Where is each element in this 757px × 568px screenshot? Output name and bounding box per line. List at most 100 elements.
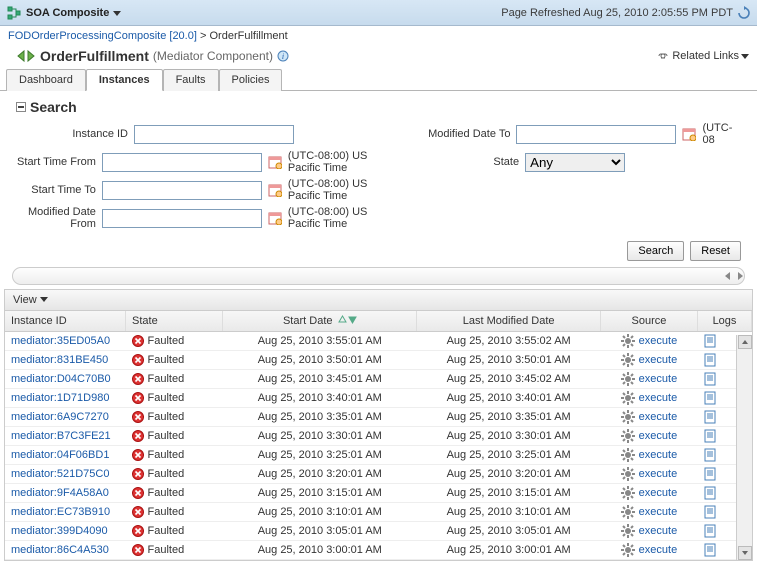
scroll-left-icon[interactable] bbox=[722, 270, 734, 282]
instance-link[interactable]: mediator:EC73B910 bbox=[11, 506, 110, 518]
table-row: mediator:831BE450FaultedAug 25, 2010 3:5… bbox=[5, 351, 752, 370]
tz-start-to: (UTC-08:00) US Pacific Time bbox=[288, 178, 389, 202]
topbar-title[interactable]: SOA Composite bbox=[26, 7, 109, 19]
instance-link[interactable]: mediator:831BE450 bbox=[11, 354, 108, 366]
page-refreshed: Page Refreshed Aug 25, 2010 2:05:55 PM P… bbox=[501, 6, 751, 20]
calendar-icon[interactable] bbox=[268, 155, 282, 169]
modified-date-cell: Aug 25, 2010 3:00:01 AM bbox=[417, 541, 600, 560]
hscroll-strip[interactable] bbox=[12, 267, 745, 285]
instance-link[interactable]: mediator:6A9C7270 bbox=[11, 411, 109, 423]
gear-icon bbox=[621, 391, 635, 405]
scroll-down-icon[interactable] bbox=[738, 546, 752, 560]
instance-link[interactable]: mediator:86C4A530 bbox=[11, 544, 109, 556]
th-state[interactable]: State bbox=[126, 311, 223, 332]
calendar-icon[interactable] bbox=[682, 127, 696, 141]
gear-icon bbox=[621, 543, 635, 557]
table-row: mediator:EC73B910 Faulted Aug 25, 2010 3:1… bbox=[5, 503, 752, 522]
svg-text:i: i bbox=[282, 52, 284, 61]
modified-from-input[interactable] bbox=[102, 209, 262, 228]
instance-link[interactable]: mediator:521D75C0 bbox=[11, 468, 109, 480]
state-text: Faulted bbox=[148, 449, 185, 461]
gear-icon bbox=[621, 505, 635, 519]
start-date-cell: Aug 25, 2010 3:10:01 AM bbox=[223, 503, 417, 522]
gear-icon bbox=[621, 486, 635, 500]
source-link[interactable]: execute bbox=[606, 391, 691, 405]
th-last-modified[interactable]: Last Modified Date bbox=[417, 311, 600, 332]
source-link[interactable]: execute bbox=[606, 524, 691, 538]
scroll-up-icon[interactable] bbox=[738, 335, 752, 349]
component-name: OrderFulfillment bbox=[40, 48, 149, 64]
th-source[interactable]: Source bbox=[600, 311, 697, 332]
source-link[interactable]: execute bbox=[606, 486, 691, 500]
source-link[interactable]: execute bbox=[606, 448, 691, 462]
state-text: Faulted bbox=[148, 468, 185, 480]
view-menu[interactable]: View bbox=[13, 294, 48, 306]
calendar-icon[interactable] bbox=[268, 183, 282, 197]
start-date-cell: Aug 25, 2010 3:05:01 AM bbox=[223, 522, 417, 541]
related-links[interactable]: Related Links bbox=[656, 50, 749, 62]
tab-dashboard[interactable]: Dashboard bbox=[6, 69, 86, 91]
th-logs[interactable]: Logs bbox=[698, 311, 752, 332]
source-link[interactable]: execute bbox=[606, 467, 691, 481]
tab-policies[interactable]: Policies bbox=[219, 69, 283, 91]
tz-modified-from: (UTC-08:00) US Pacific Time bbox=[288, 206, 389, 230]
start-to-input[interactable] bbox=[102, 181, 262, 200]
modified-to-input[interactable] bbox=[516, 125, 676, 144]
sort-icon bbox=[338, 315, 357, 324]
instance-id-input[interactable] bbox=[134, 125, 294, 144]
calendar-icon[interactable] bbox=[268, 211, 282, 225]
source-link[interactable]: execute bbox=[606, 429, 691, 443]
instance-link[interactable]: mediator:1D71D980 bbox=[11, 392, 109, 404]
info-icon[interactable]: i bbox=[277, 50, 289, 62]
source-link[interactable]: execute bbox=[606, 334, 691, 348]
source-link[interactable]: execute bbox=[606, 543, 691, 557]
component-header: OrderFulfillment (Mediator Component) i … bbox=[0, 46, 757, 68]
dropdown-caret-icon[interactable] bbox=[113, 9, 121, 17]
composite-icon bbox=[6, 5, 22, 21]
th-start-date[interactable]: Start Date bbox=[223, 311, 417, 332]
topbar: SOA Composite Page Refreshed Aug 25, 201… bbox=[0, 0, 757, 26]
label-start-to: Start Time To bbox=[16, 184, 96, 196]
instance-link[interactable]: mediator:9F4A58A0 bbox=[11, 487, 109, 499]
tz-modified-to: (UTC-08 bbox=[702, 122, 741, 146]
instance-link[interactable]: mediator:D04C70B0 bbox=[11, 373, 111, 385]
gear-icon bbox=[621, 429, 635, 443]
instance-link[interactable]: mediator:04F06BD1 bbox=[11, 449, 109, 461]
state-text: Faulted bbox=[148, 506, 185, 518]
vscroll[interactable] bbox=[736, 335, 752, 560]
tz-start-from: (UTC-08:00) US Pacific Time bbox=[288, 150, 389, 174]
instance-link[interactable]: mediator:35ED05A0 bbox=[11, 335, 110, 347]
collapse-icon[interactable] bbox=[16, 102, 26, 112]
gear-icon bbox=[621, 334, 635, 348]
table-row: mediator:86C4A530FaultedAug 25, 2010 3:0… bbox=[5, 541, 752, 560]
search-button[interactable]: Search bbox=[627, 241, 684, 261]
modified-date-cell: Aug 25, 2010 3:40:01 AM bbox=[417, 389, 600, 408]
source-link[interactable]: execute bbox=[606, 353, 691, 367]
error-icon bbox=[132, 373, 144, 385]
state-text: Faulted bbox=[148, 525, 185, 537]
source-link[interactable]: execute bbox=[606, 372, 691, 386]
scroll-right-icon[interactable] bbox=[734, 270, 746, 282]
reset-button[interactable]: Reset bbox=[690, 241, 741, 261]
tab-faults[interactable]: Faults bbox=[163, 69, 219, 91]
error-icon bbox=[132, 335, 144, 347]
start-from-input[interactable] bbox=[102, 153, 262, 172]
instance-link[interactable]: mediator:399D4090 bbox=[11, 525, 108, 537]
refresh-icon[interactable] bbox=[737, 6, 751, 20]
state-select[interactable]: Any bbox=[525, 153, 625, 172]
state-text: Faulted bbox=[148, 392, 185, 404]
gear-icon bbox=[621, 372, 635, 386]
label-start-from: Start Time From bbox=[16, 156, 96, 168]
source-link[interactable]: execute bbox=[606, 505, 691, 519]
start-date-cell: Aug 25, 2010 3:50:01 AM bbox=[223, 351, 417, 370]
state-text: Faulted bbox=[148, 487, 185, 499]
start-date-cell: Aug 25, 2010 3:40:01 AM bbox=[223, 389, 417, 408]
instance-link[interactable]: mediator:B7C3FE21 bbox=[11, 430, 111, 442]
breadcrumb-parent[interactable]: FODOrderProcessingComposite [20.0] bbox=[8, 30, 197, 42]
tab-instances[interactable]: Instances bbox=[86, 69, 163, 91]
label-modified-to: Modified Date To bbox=[419, 128, 510, 140]
source-link[interactable]: execute bbox=[606, 410, 691, 424]
buttons-row: Search Reset bbox=[0, 237, 757, 267]
label-instance-id: Instance ID bbox=[16, 128, 128, 140]
th-instance-id[interactable]: Instance ID bbox=[5, 311, 126, 332]
